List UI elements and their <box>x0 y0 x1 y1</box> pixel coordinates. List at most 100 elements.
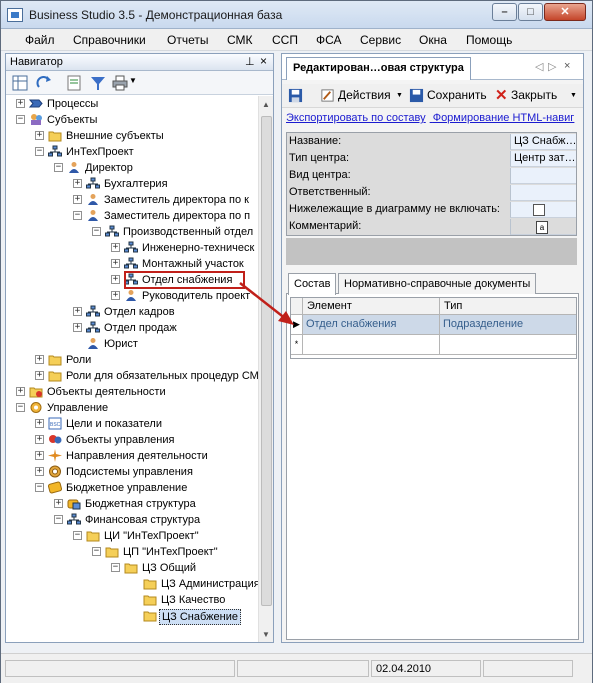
chevron-down-icon[interactable]: ▼ <box>396 92 403 99</box>
menu-item-windows[interactable]: Окна <box>419 33 447 47</box>
tree-node[interactable]: + Объекты управления <box>6 433 258 449</box>
grid-icon[interactable] <box>12 75 28 91</box>
menu-item-smk[interactable]: СМК <box>227 33 253 47</box>
expand-icon[interactable]: + <box>35 131 44 140</box>
property-value[interactable]: ЦЗ Снабж… <box>510 134 576 150</box>
expand-icon[interactable]: + <box>111 275 120 284</box>
tree-node[interactable]: + Роли <box>6 353 258 369</box>
expand-icon[interactable]: + <box>111 259 120 268</box>
tree-node[interactable]: + Отдел кадров <box>6 305 258 321</box>
tab-editor[interactable]: Редактирован…овая структура <box>286 57 471 80</box>
tree-node[interactable]: + Бюджетная структура <box>6 497 258 513</box>
expand-icon[interactable]: + <box>35 355 44 364</box>
expand-icon[interactable]: + <box>54 499 63 508</box>
tab-next-icon[interactable]: ▷ <box>548 60 556 73</box>
expand-icon[interactable]: + <box>16 387 25 396</box>
expand-icon[interactable]: + <box>73 323 82 332</box>
tab-prev-icon[interactable]: ◁ <box>535 60 543 73</box>
tree-node[interactable]: ЦЗ Качество <box>6 593 258 609</box>
filter-icon[interactable] <box>90 75 106 91</box>
property-value[interactable]: Центр зат… <box>510 151 576 167</box>
tree-node[interactable]: + Инженерно-техническ <box>6 241 258 257</box>
tree-node[interactable]: ЦЗ Снабжение <box>6 609 258 625</box>
close-icon[interactable]: × <box>260 54 267 68</box>
tree-node[interactable]: + BSC Цели и показатели <box>6 417 258 433</box>
collapse-icon[interactable]: − <box>111 563 120 572</box>
property-value[interactable] <box>510 202 576 218</box>
menu-item-ssp[interactable]: ССП <box>272 33 298 47</box>
tree-node[interactable]: ЦЗ Администрация <box>6 577 258 593</box>
tree-node[interactable]: − Производственный отдел <box>6 225 258 241</box>
tree-node[interactable]: − ИнТехПроект <box>6 145 258 161</box>
tree-node[interactable]: − Субъекты <box>6 113 258 129</box>
minimize-icon[interactable]: – <box>492 3 517 21</box>
actions-button[interactable]: Действия <box>338 88 391 102</box>
tree-node[interactable]: + Отдел продаж <box>6 321 258 337</box>
scroll-up-icon[interactable]: ▲ <box>262 100 270 109</box>
close-icon[interactable]: ✕ <box>544 3 586 21</box>
tree-node[interactable]: − Бюджетное управление <box>6 481 258 497</box>
expand-icon[interactable]: + <box>73 179 82 188</box>
menu-item-references[interactable]: Справочники <box>73 33 146 47</box>
tree-node[interactable]: − ЦИ "ИнТехПроект" <box>6 529 258 545</box>
close-icon[interactable]: × <box>564 60 570 72</box>
expand-icon[interactable]: + <box>35 435 44 444</box>
chevron-down-icon[interactable]: ▼ <box>129 76 137 85</box>
collapse-icon[interactable]: − <box>35 483 44 492</box>
save-icon[interactable] <box>409 88 424 103</box>
export-link[interactable]: Экспортировать по составу <box>286 112 426 124</box>
property-value[interactable]: a <box>510 219 576 235</box>
tree-node[interactable]: − Финансовая структура <box>6 513 258 529</box>
expand-icon[interactable]: + <box>111 291 120 300</box>
grid-cell-element[interactable]: Отдел снабжения <box>303 315 440 335</box>
tree-node[interactable]: + Внешние субъекты <box>6 129 258 145</box>
tree-node[interactable]: + Бухгалтерия <box>6 177 258 193</box>
tab-composition[interactable]: Состав <box>288 273 337 295</box>
expand-icon[interactable]: + <box>73 307 82 316</box>
tree-node[interactable]: Юрист <box>6 337 258 353</box>
save-button[interactable]: Сохранить <box>427 88 487 102</box>
collapse-icon[interactable]: − <box>35 147 44 156</box>
column-header-element[interactable]: Элемент <box>303 298 440 315</box>
html-nav-link[interactable]: Формирование HTML-навиг <box>433 112 575 124</box>
collapse-icon[interactable]: − <box>54 515 63 524</box>
expand-icon[interactable]: + <box>35 371 44 380</box>
collapse-icon[interactable]: − <box>92 547 101 556</box>
menu-item-help[interactable]: Помощь <box>466 33 512 47</box>
tree-node[interactable]: − Управление <box>6 401 258 417</box>
grid-cell-type[interactable]: Подразделение <box>440 315 576 335</box>
tree-node[interactable]: + Объекты деятельности <box>6 385 258 401</box>
properties-icon[interactable] <box>66 75 82 91</box>
refresh-icon[interactable] <box>36 75 52 91</box>
tree-node[interactable]: + Направления деятельности <box>6 449 258 465</box>
collapse-icon[interactable]: − <box>16 403 25 412</box>
property-value[interactable] <box>510 185 576 201</box>
column-header-type[interactable]: Тип <box>440 298 576 315</box>
tree-node[interactable]: + Роли для обязательных процедур СМ <box>6 369 258 385</box>
save-disk-icon[interactable] <box>288 88 303 103</box>
expand-icon[interactable]: + <box>16 99 25 108</box>
tree-node[interactable]: − Заместитель директора по п <box>6 209 258 225</box>
collapse-icon[interactable]: − <box>73 531 82 540</box>
expand-icon[interactable]: + <box>35 419 44 428</box>
tree-node[interactable]: − Директор <box>6 161 258 177</box>
checkbox[interactable] <box>533 204 545 216</box>
new-row-element-cell[interactable] <box>303 335 440 355</box>
collapse-icon[interactable]: − <box>54 163 63 172</box>
close-x-icon[interactable]: ✕ <box>495 86 508 104</box>
tree-node[interactable]: + Заместитель директора по к <box>6 193 258 209</box>
maximize-icon[interactable]: □ <box>518 3 543 21</box>
scrollbar-thumb[interactable] <box>261 116 272 606</box>
collapse-icon[interactable]: − <box>73 211 82 220</box>
print-icon[interactable] <box>112 75 128 91</box>
tab-regulatory-docs[interactable]: Нормативно-справочные документы <box>338 273 537 295</box>
menu-item-file[interactable]: Файл <box>25 33 55 47</box>
tree-node[interactable]: + Подсистемы управления <box>6 465 258 481</box>
scroll-down-icon[interactable]: ▼ <box>262 630 270 639</box>
expand-icon[interactable]: + <box>111 243 120 252</box>
expand-icon[interactable]: + <box>35 467 44 476</box>
tree-node[interactable]: − ЦП "ИнТехПроект" <box>6 545 258 561</box>
actions-icon[interactable] <box>320 88 335 103</box>
menu-item-service[interactable]: Сервис <box>360 33 401 47</box>
tree-node[interactable]: + Руководитель проект <box>6 289 258 305</box>
